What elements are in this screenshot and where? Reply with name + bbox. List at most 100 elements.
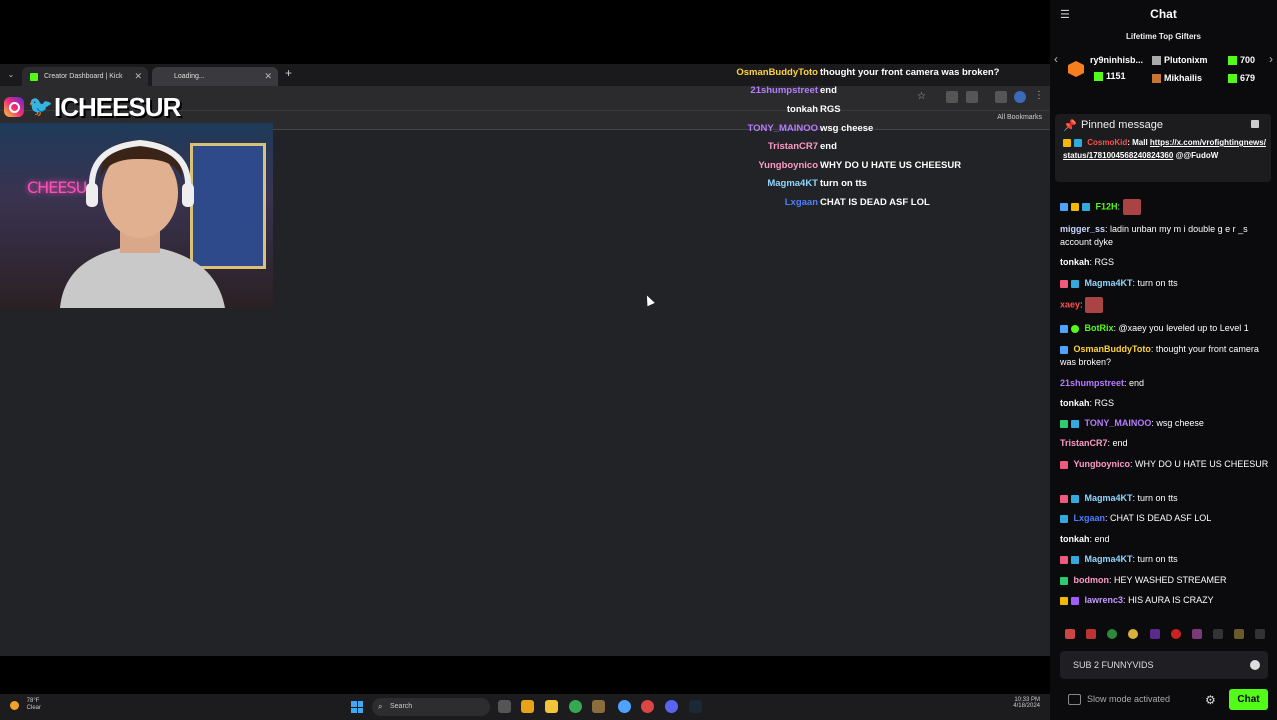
pinned-message[interactable]: 📌 Pinned message CosmoKid: Mall https://… xyxy=(1055,114,1271,182)
taskbar-search[interactable]: ⌕ Search xyxy=(372,698,490,716)
twitter-icon: 🐦 xyxy=(28,96,53,118)
streamer-socials: 🐦 ICHEESUR xyxy=(0,92,181,122)
chat-message: lawrenc3: HIS AURA IS CRAZY xyxy=(1060,594,1270,607)
emote-button[interactable] xyxy=(1255,629,1265,639)
file-explorer-icon[interactable] xyxy=(545,700,558,713)
overlay-message: end xyxy=(820,85,837,96)
gifter-count: 700 xyxy=(1240,55,1256,65)
chat-text: WHY DO U HATE US CHEESUR xyxy=(1135,459,1269,469)
chat-username[interactable]: lawrenc3 xyxy=(1085,595,1124,605)
chat-username[interactable]: TONY_MAINOO xyxy=(1085,418,1152,428)
lock-icon[interactable] xyxy=(1251,120,1259,128)
emoji-icon[interactable] xyxy=(1250,660,1260,670)
crown-badge-icon xyxy=(1063,138,1071,147)
obs-icon[interactable] xyxy=(641,700,654,713)
chat-message: OsmanBuddyToto: thought your front camer… xyxy=(1060,344,1259,367)
quick-emote-bar xyxy=(1060,627,1270,641)
gifter-3[interactable]: Mikhailis xyxy=(1152,73,1202,84)
gifter-2[interactable]: Plutonixm xyxy=(1152,55,1208,66)
chat-message: BotRix: @xaey you leveled up to Level 1 xyxy=(1060,322,1270,335)
chat-username[interactable]: tonkah xyxy=(1060,534,1090,544)
chat-username[interactable]: Lxgaan xyxy=(1074,513,1106,523)
chat-text: RGS xyxy=(1094,398,1115,408)
more-icon[interactable]: ⋮ xyxy=(1034,90,1046,102)
chat-username[interactable]: tonkah xyxy=(1060,398,1090,408)
chat-username[interactable]: Magma4KT xyxy=(1085,493,1133,503)
chat-message: TristanCR7: end xyxy=(1060,438,1128,448)
overlay-chat-row: OsmanBuddyToto thought your front camera… xyxy=(700,67,1030,83)
weather-widget[interactable]: 78°F Clear xyxy=(10,698,41,712)
chrome-icon[interactable] xyxy=(618,700,631,713)
discord-icon[interactable] xyxy=(665,700,678,713)
gift-icon xyxy=(1228,74,1237,84)
emote-button[interactable] xyxy=(1213,629,1223,639)
chat-username[interactable]: BotRix xyxy=(1085,323,1114,333)
app-icon[interactable] xyxy=(592,700,605,713)
chat-username[interactable]: 21shumpstreet xyxy=(1060,378,1124,388)
chat-message: 21shumpstreet: end xyxy=(1060,378,1145,388)
emote-button[interactable] xyxy=(1086,629,1096,639)
overlay-message: wsg cheese xyxy=(820,123,874,134)
chrome-icon[interactable] xyxy=(569,700,582,713)
instagram-icon xyxy=(4,97,24,117)
chat-username[interactable]: tonkah xyxy=(1060,257,1090,267)
weather-temp: 78°F xyxy=(26,698,40,704)
task-view-icon[interactable] xyxy=(498,700,511,713)
crown-badge-icon xyxy=(1060,596,1068,605)
pinned-author[interactable]: CosmoKid xyxy=(1087,138,1127,147)
chat-text: end xyxy=(1112,438,1128,448)
windows-start-icon[interactable] xyxy=(351,701,363,713)
chevron-left-icon[interactable]: ‹ xyxy=(1054,52,1058,66)
gifter-1[interactable]: ry9ninhisb... xyxy=(1090,55,1143,65)
chat-username[interactable]: Magma4KT xyxy=(1085,554,1133,564)
emote xyxy=(1122,199,1141,215)
chat-username[interactable]: xaey xyxy=(1060,299,1080,309)
chat-message: Yungboynico: WHY DO U HATE US CHEESUR xyxy=(1060,458,1270,471)
close-icon[interactable]: ✕ xyxy=(264,67,272,86)
system-tray[interactable]: 10:33 PM 4/18/2024 xyxy=(1013,697,1040,709)
overlay-chat-row: Magma4KT turn on tts xyxy=(700,178,1030,194)
steam-icon[interactable] xyxy=(689,700,702,713)
chat-username[interactable]: OsmanBuddyToto xyxy=(1074,344,1151,354)
browser-tab-dashboard[interactable]: Creator Dashboard | Kick ✕ xyxy=(22,67,148,86)
emote-button[interactable] xyxy=(1065,629,1075,639)
chat-input[interactable]: SUB 2 FUNNYVIDS xyxy=(1060,651,1268,679)
chat-text: CHAT IS DEAD ASF LOL xyxy=(1110,513,1212,523)
badge-icon xyxy=(1060,494,1068,503)
emote-button[interactable] xyxy=(1128,629,1138,639)
silver-badge-icon xyxy=(1152,56,1161,66)
emote-button[interactable] xyxy=(1107,629,1117,639)
chat-text: @xaey you leveled up to Level 1 xyxy=(1118,323,1249,333)
chat-message: Lxgaan: CHAT IS DEAD ASF LOL xyxy=(1060,512,1270,525)
gifter-name: ry9ninhisb... xyxy=(1090,55,1144,65)
chat-username[interactable]: Yungboynico xyxy=(1074,459,1131,469)
emote-button[interactable] xyxy=(1150,629,1160,639)
chat-username[interactable]: F12H xyxy=(1096,201,1118,211)
emote-button[interactable] xyxy=(1192,629,1202,639)
emote-button[interactable] xyxy=(1234,629,1244,639)
chat-username[interactable]: bodmon xyxy=(1074,575,1110,585)
overlay-username: Yungboynico xyxy=(758,160,818,171)
close-icon[interactable]: ✕ xyxy=(134,67,142,86)
browser-tab-loading[interactable]: Loading... ✕ xyxy=(152,67,278,86)
chat-header: ☰ Chat xyxy=(1050,0,1277,28)
chat-title: Chat xyxy=(1150,7,1177,21)
chat-username[interactable]: migger_ss xyxy=(1060,224,1105,234)
chevron-right-icon[interactable]: › xyxy=(1269,52,1273,66)
emote-button[interactable] xyxy=(1171,629,1181,639)
chat-text: turn on tts xyxy=(1137,493,1178,503)
overlay-username: TONY_MAINOO xyxy=(747,123,818,134)
sub-badge-icon xyxy=(1071,596,1079,605)
tab-search-icon[interactable]: ⌄ xyxy=(5,69,17,81)
gifter-3-count: 679 xyxy=(1228,73,1255,84)
top-gifter-badge xyxy=(1068,61,1084,77)
badge-icon xyxy=(1060,576,1068,585)
new-tab-icon[interactable]: + xyxy=(285,66,292,80)
chat-username[interactable]: TristanCR7 xyxy=(1060,438,1108,448)
gear-icon[interactable]: ⚙ xyxy=(1205,693,1216,707)
chat-message: Magma4KT: turn on tts xyxy=(1060,277,1270,290)
app-icon[interactable] xyxy=(521,700,534,713)
chat-send-button[interactable]: Chat xyxy=(1229,689,1268,710)
pin-icon: 📌 xyxy=(1063,120,1077,132)
chat-username[interactable]: Magma4KT xyxy=(1085,278,1133,288)
